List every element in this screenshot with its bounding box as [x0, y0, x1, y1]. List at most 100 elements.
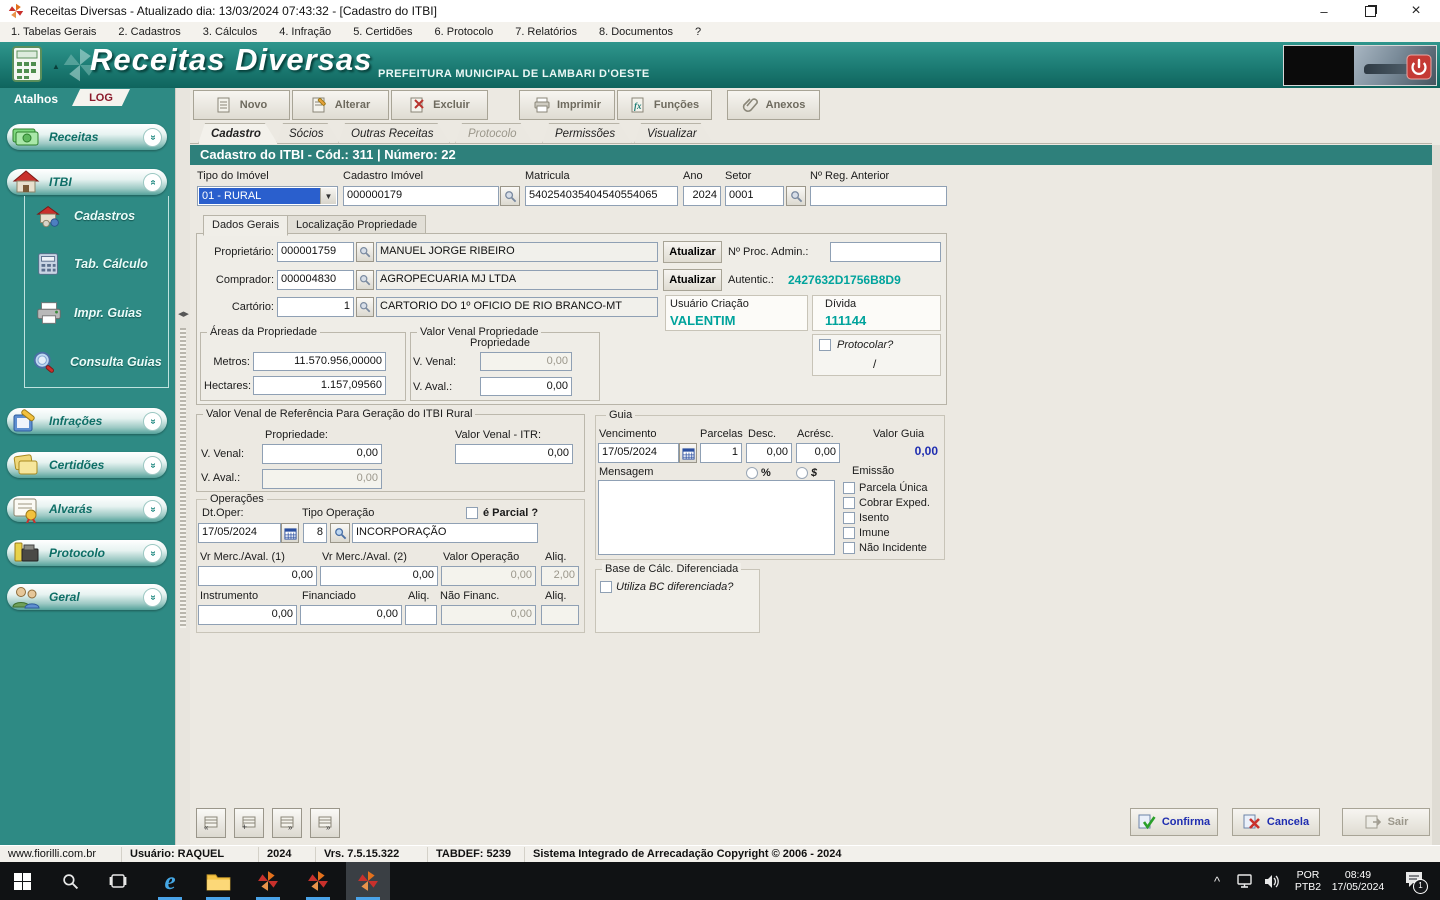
- status-site[interactable]: www.fiorilli.com.br: [0, 847, 122, 862]
- tipo-operacao-search-button[interactable]: [330, 523, 350, 543]
- dtoper-input[interactable]: 17/05/2024: [198, 523, 281, 543]
- sidebar-item-impr-guias[interactable]: Impr. Guias: [34, 299, 142, 327]
- menu-infracao[interactable]: 4. Infração: [268, 22, 342, 42]
- inner-tab-dados-gerais[interactable]: Dados Gerais: [203, 215, 289, 236]
- close-button[interactable]: ×: [1394, 0, 1438, 22]
- comprador-search-button[interactable]: [356, 270, 374, 290]
- sidebar-item-alvaras[interactable]: Alvarás »: [7, 496, 167, 523]
- sidebar-item-geral[interactable]: Geral »: [7, 584, 167, 610]
- cancela-button[interactable]: Cancela: [1232, 808, 1320, 836]
- financiado-input[interactable]: 0,00: [300, 605, 402, 625]
- sidebar-item-tab-calculo[interactable]: Tab. Cálculo: [34, 250, 148, 278]
- minimize-button[interactable]: –: [1302, 0, 1346, 22]
- desconto-valor-radio[interactable]: [796, 467, 808, 479]
- protocolar-checkbox[interactable]: [819, 339, 831, 351]
- tab-cadastro[interactable]: Cadastro: [198, 123, 278, 144]
- excluir-button[interactable]: Excluir: [391, 90, 488, 120]
- parcela-unica-checkbox[interactable]: [843, 482, 855, 494]
- menu-help[interactable]: ?: [684, 22, 712, 42]
- vaval-prop-input[interactable]: 0,00: [480, 377, 572, 396]
- taskbar-search-button[interactable]: [48, 862, 92, 900]
- atualizar-proprietario-button[interactable]: Atualizar: [663, 241, 722, 263]
- cadastro-imovel-search-button[interactable]: [500, 186, 520, 206]
- nao-incidente-checkbox[interactable]: [843, 542, 855, 554]
- menu-relatorios[interactable]: 7. Relatórios: [504, 22, 588, 42]
- sidebar-splitter[interactable]: ◀▶: [175, 88, 191, 845]
- imprimir-button[interactable]: Imprimir: [519, 90, 615, 120]
- ref-vvenal-input[interactable]: 0,00: [262, 444, 382, 464]
- dtoper-calendar-button[interactable]: [281, 523, 299, 543]
- tipo-imovel-select[interactable]: 01 - RURAL ▼: [197, 186, 338, 206]
- vr2-input[interactable]: 0,00: [320, 566, 438, 586]
- sidebar-item-itbi[interactable]: ITBI »: [7, 169, 167, 195]
- tray-network-button[interactable]: [1232, 862, 1260, 900]
- atualizar-comprador-button[interactable]: Atualizar: [663, 269, 722, 291]
- tab-visualizar[interactable]: Visualizar: [634, 123, 714, 144]
- ref-itr-input[interactable]: 0,00: [455, 444, 573, 464]
- sidebar-item-infracoes[interactable]: Infrações »: [7, 408, 167, 434]
- right-scroll-strip[interactable]: [1432, 145, 1440, 845]
- hectares-input[interactable]: 1.157,09560: [253, 376, 386, 395]
- internet-explorer-button[interactable]: e: [148, 862, 192, 900]
- inner-tab-localizacao[interactable]: Localização Propriedade: [287, 215, 427, 235]
- cartorio-code-input[interactable]: 1: [277, 297, 354, 317]
- tray-chevron-button[interactable]: ^: [1200, 862, 1234, 900]
- fiorilli-app-2-button[interactable]: [296, 862, 340, 900]
- setor-search-button[interactable]: [786, 186, 806, 206]
- tray-language-selector[interactable]: POR PTB2: [1288, 862, 1328, 900]
- sidebar-item-certidoes[interactable]: Certidões »: [7, 452, 167, 478]
- fiorilli-app-active-button[interactable]: [346, 862, 390, 900]
- bc-diferenciada-checkbox[interactable]: [600, 581, 612, 593]
- metros-input[interactable]: 11.570.956,00000: [253, 352, 386, 371]
- power-button-icon[interactable]: [1406, 54, 1432, 80]
- tab-permissoes[interactable]: Permissões: [542, 123, 632, 144]
- mensagem-textarea[interactable]: [598, 480, 835, 555]
- log-button[interactable]: LOG: [72, 89, 130, 106]
- novo-button[interactable]: Novo: [193, 90, 290, 120]
- funcoes-button[interactable]: fx Funções: [617, 90, 712, 120]
- sidebar-item-cadastros[interactable]: Cadastros: [34, 202, 135, 230]
- desconto-percent-radio[interactable]: [746, 467, 758, 479]
- parcial-checkbox[interactable]: [466, 507, 478, 519]
- sair-button[interactable]: Sair: [1342, 808, 1430, 836]
- file-explorer-button[interactable]: [196, 862, 240, 900]
- proprietario-code-input[interactable]: 000001759: [277, 242, 354, 262]
- sidebar-item-receitas[interactable]: Receitas »: [7, 124, 167, 150]
- instrumento-input[interactable]: 0,00: [198, 605, 297, 625]
- menu-cadastros[interactable]: 2. Cadastros: [107, 22, 191, 42]
- dropdown-arrow-icon[interactable]: ▼: [320, 188, 336, 204]
- record-first-button[interactable]: «: [196, 808, 226, 838]
- task-view-button[interactable]: [96, 862, 140, 900]
- vencimento-input[interactable]: 17/05/2024: [598, 443, 679, 463]
- record-next-button[interactable]: »: [272, 808, 302, 838]
- confirma-button[interactable]: Confirma: [1130, 808, 1218, 836]
- proc-admin-input[interactable]: [830, 242, 941, 262]
- reg-anterior-input[interactable]: [810, 186, 947, 206]
- anexos-button[interactable]: Anexos: [727, 90, 820, 120]
- proprietario-search-button[interactable]: [356, 242, 374, 262]
- cartorio-search-button[interactable]: [356, 297, 374, 317]
- menu-tabelas-gerais[interactable]: 1. Tabelas Gerais: [0, 22, 107, 42]
- cobrar-exped-checkbox[interactable]: [843, 497, 855, 509]
- tipo-operacao-code-input[interactable]: 8: [303, 523, 327, 543]
- desc-input[interactable]: 0,00: [746, 443, 792, 463]
- parcelas-input[interactable]: 1: [700, 443, 742, 463]
- comprador-code-input[interactable]: 000004830: [277, 270, 354, 290]
- fiorilli-app-1-button[interactable]: [246, 862, 290, 900]
- cadastro-imovel-input[interactable]: 000000179: [343, 186, 499, 206]
- vr1-input[interactable]: 0,00: [198, 566, 317, 586]
- menu-certidoes[interactable]: 5. Certidões: [342, 22, 423, 42]
- sidebar-item-consulta-guias[interactable]: Consulta Guias: [30, 348, 162, 376]
- tray-volume-button[interactable]: [1258, 862, 1286, 900]
- alterar-button[interactable]: Alterar: [292, 90, 389, 120]
- start-button[interactable]: [0, 862, 44, 900]
- isento-checkbox[interactable]: [843, 512, 855, 524]
- notification-center-button[interactable]: 1: [1392, 862, 1436, 900]
- sidebar-item-protocolo[interactable]: Protocolo »: [7, 540, 167, 566]
- matricula-input[interactable]: 540254035404540554065: [525, 186, 678, 206]
- tab-outras-receitas[interactable]: Outras Receitas: [338, 123, 450, 144]
- menu-protocolo[interactable]: 6. Protocolo: [424, 22, 505, 42]
- record-prev-button[interactable]: +: [234, 808, 264, 838]
- vencimento-calendar-button[interactable]: [679, 443, 697, 463]
- restore-button[interactable]: [1348, 0, 1392, 22]
